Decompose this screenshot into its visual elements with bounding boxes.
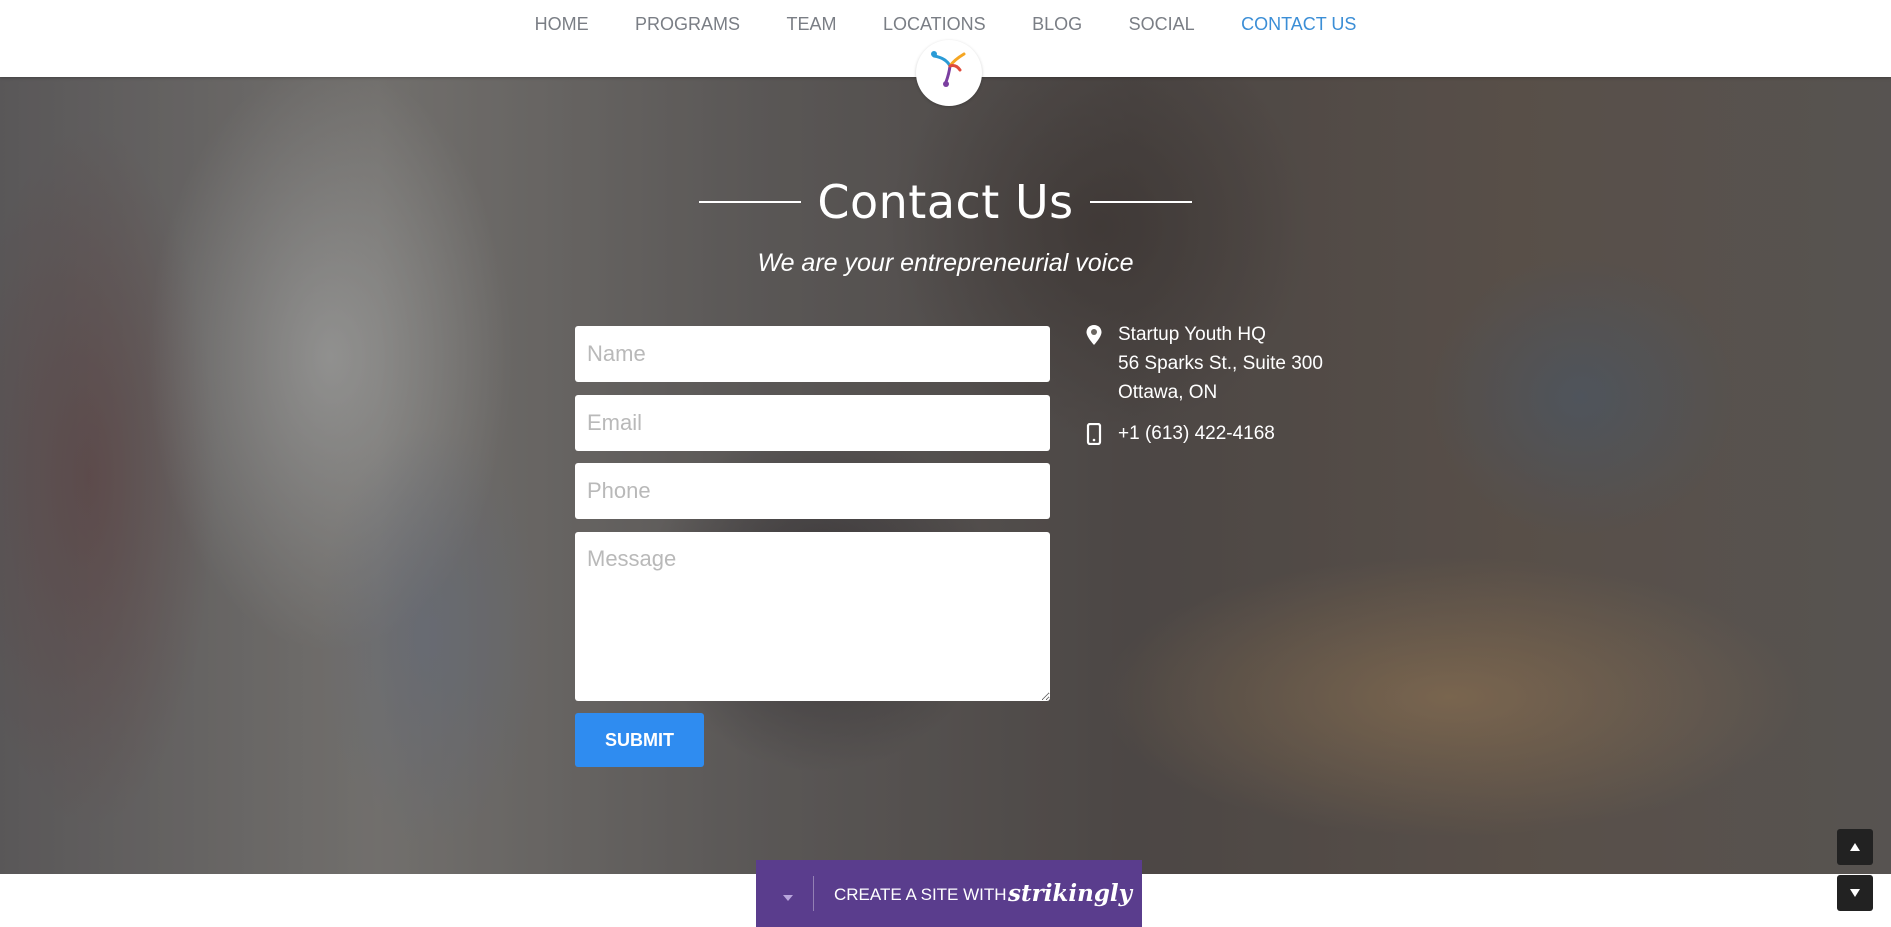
address-line: Ottawa, ON: [1118, 382, 1218, 403]
section-subtitle: We are your entrepreneurial voice: [757, 249, 1134, 277]
section-title-row: Contact Us: [0, 175, 1891, 229]
scroll-down-button[interactable]: [1837, 875, 1873, 911]
mobile-phone-icon: [1086, 423, 1102, 445]
nav-menu: HOME PROGRAMS TEAM LOCATIONS BLOG SOCIAL…: [0, 14, 1891, 35]
startup-youth-logo-icon: [931, 51, 966, 87]
nav-item-programs[interactable]: PROGRAMS: [635, 14, 740, 35]
address-line: 56 Sparks St., Suite 300: [1118, 353, 1323, 374]
submit-button[interactable]: SUBMIT: [575, 713, 704, 767]
section-title: Contact Us: [817, 175, 1074, 229]
nav-item-blog[interactable]: BLOG: [1032, 14, 1082, 35]
nav-item-team[interactable]: TEAM: [787, 14, 837, 35]
caret-up-icon: [1850, 843, 1860, 851]
title-divider-right: [1090, 201, 1193, 203]
banner-text: CREATE A SITE WITH: [834, 885, 1007, 904]
strikingly-banner[interactable]: CREATE A SITE WITH strikingly: [756, 860, 1142, 927]
nav-item-social[interactable]: SOCIAL: [1129, 14, 1195, 35]
collapse-banner-icon[interactable]: [782, 894, 794, 902]
scroll-up-button[interactable]: [1837, 829, 1873, 865]
address-line: Startup Youth HQ: [1118, 324, 1266, 345]
phone-number[interactable]: +1 (613) 422-4168: [1118, 419, 1275, 448]
email-input[interactable]: [575, 395, 1050, 451]
banner-divider: [813, 876, 814, 911]
strikingly-logo: strikingly: [1008, 880, 1133, 907]
caret-down-icon: [1850, 889, 1860, 897]
site-logo[interactable]: [916, 40, 982, 106]
contact-hero-section: Contact Us We are your entrepreneurial v…: [0, 77, 1891, 874]
title-divider-left: [698, 201, 801, 203]
nav-item-locations[interactable]: LOCATIONS: [883, 14, 986, 35]
nav-item-contact-us[interactable]: CONTACT US: [1241, 14, 1356, 35]
nav-item-home[interactable]: HOME: [535, 14, 589, 35]
name-input[interactable]: [575, 326, 1050, 382]
message-textarea[interactable]: [575, 532, 1050, 701]
map-pin-icon: [1086, 325, 1102, 345]
phone-input[interactable]: [575, 463, 1050, 519]
